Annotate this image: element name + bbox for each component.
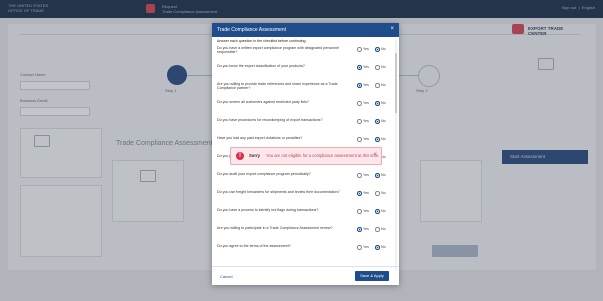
radio-no-label[interactable]: No	[381, 101, 386, 106]
radio-yes-label[interactable]: Yes	[363, 137, 369, 142]
radio-yes[interactable]	[357, 191, 362, 196]
radio-yes-label[interactable]: Yes	[363, 65, 369, 70]
radio-no-label[interactable]: No	[381, 245, 386, 250]
error-icon: !	[236, 151, 244, 160]
radio-no[interactable]	[375, 227, 380, 232]
answer-options: Yes No	[357, 227, 393, 233]
radio-no[interactable]	[375, 173, 380, 178]
radio-no[interactable]	[375, 47, 380, 52]
question-text: Do you have a written export compliance …	[217, 46, 340, 55]
save-apply-button[interactable]: Save & Apply	[355, 271, 389, 281]
question-text: Are you willing to participate in a Trad…	[217, 226, 333, 230]
alert-title: Sorry	[249, 153, 260, 158]
radio-no[interactable]	[375, 83, 380, 88]
radio-no[interactable]	[375, 209, 380, 214]
radio-no-label[interactable]: No	[381, 191, 386, 196]
radio-no-label[interactable]: No	[381, 83, 386, 88]
answer-options: Yes No	[357, 101, 393, 107]
radio-yes[interactable]	[357, 119, 362, 124]
radio-no[interactable]	[375, 65, 380, 70]
radio-no[interactable]	[375, 119, 380, 124]
question-text: Do you use freight forwarders for shipme…	[217, 190, 340, 194]
question-text: Do you agree to the terms of the assessm…	[217, 244, 291, 248]
error-alert: ! Sorry You are not eligible for a compl…	[230, 147, 382, 165]
radio-yes[interactable]	[357, 227, 362, 232]
radio-yes-label[interactable]: Yes	[363, 47, 369, 52]
radio-yes-label[interactable]: Yes	[363, 83, 369, 88]
question-text: Do you screen all customers against rest…	[217, 100, 309, 104]
radio-no-label[interactable]: No	[381, 65, 386, 70]
answer-options: Yes No	[357, 83, 393, 89]
radio-no[interactable]	[375, 245, 380, 250]
radio-yes[interactable]	[357, 101, 362, 106]
answer-options: Yes No	[357, 191, 393, 197]
answer-options: Yes No	[357, 245, 393, 251]
radio-yes[interactable]	[357, 47, 362, 52]
radio-yes[interactable]	[357, 137, 362, 142]
radio-yes[interactable]	[357, 173, 362, 178]
question-text: Are you willing to provide trade referen…	[217, 82, 338, 91]
modal-footer: Cancel Save & Apply	[212, 266, 399, 286]
answer-options: Yes No	[357, 173, 393, 179]
radio-yes-label[interactable]: Yes	[363, 227, 369, 232]
radio-yes[interactable]	[357, 65, 362, 70]
radio-yes-label[interactable]: Yes	[363, 119, 369, 124]
radio-yes[interactable]	[357, 83, 362, 88]
close-icon[interactable]: ×	[390, 26, 394, 33]
radio-yes[interactable]	[357, 245, 362, 250]
question-text: Do you have a process to identify red fl…	[217, 208, 319, 212]
radio-yes-label[interactable]: Yes	[363, 245, 369, 250]
modal-intro: Answer each question in the checklist be…	[217, 39, 307, 43]
question-text: Do you audit your export compliance prog…	[217, 172, 311, 176]
radio-no[interactable]	[375, 191, 380, 196]
radio-yes-label[interactable]: Yes	[363, 209, 369, 214]
alert-message: You are not eligible for a compliance as…	[266, 153, 380, 158]
question-text: Do you know the export classification of…	[217, 64, 305, 68]
radio-no-label[interactable]: No	[381, 119, 386, 124]
radio-no-label[interactable]: No	[381, 137, 386, 142]
radio-no-label[interactable]: No	[381, 227, 386, 232]
modal-scrollbar-thumb[interactable]	[395, 53, 397, 113]
answer-options: Yes No	[357, 65, 393, 71]
alert-close-icon[interactable]: ×	[373, 151, 377, 159]
radio-no[interactable]	[375, 137, 380, 142]
radio-no-label[interactable]: No	[381, 173, 386, 178]
radio-yes-label[interactable]: Yes	[363, 191, 369, 196]
radio-no-label[interactable]: No	[381, 209, 386, 214]
answer-options: Yes No	[357, 119, 393, 125]
answer-options: Yes No	[357, 137, 393, 143]
modal-title: Trade Compliance Assessment	[217, 27, 287, 33]
radio-no[interactable]	[375, 101, 380, 106]
question-text: Do you have procedures for recordkeeping…	[217, 118, 323, 122]
radio-no-label[interactable]: No	[381, 47, 386, 52]
cancel-button[interactable]: Cancel	[220, 274, 232, 279]
modal-header: Trade Compliance Assessment ×	[212, 23, 399, 37]
radio-yes[interactable]	[357, 209, 362, 214]
radio-yes-label[interactable]: Yes	[363, 101, 369, 106]
answer-options: Yes No	[357, 209, 393, 215]
question-text: Have you had any past export violations …	[217, 136, 303, 140]
answer-options: Yes No	[357, 47, 393, 53]
radio-yes-label[interactable]: Yes	[363, 173, 369, 178]
